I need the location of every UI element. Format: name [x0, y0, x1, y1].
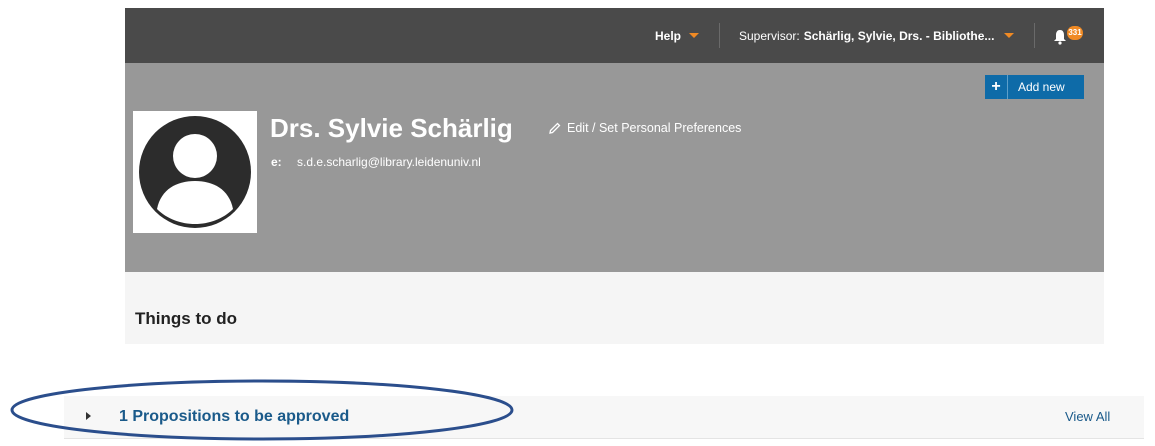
view-all-link[interactable]: View All — [1065, 409, 1110, 424]
chevron-down-icon — [689, 33, 700, 38]
edit-preferences-label: Edit / Set Personal Preferences — [567, 121, 742, 135]
email-row: e: s.d.e.scharlig@library.leidenuniv.nl — [271, 155, 481, 169]
pencil-icon — [549, 122, 561, 134]
divider — [719, 23, 720, 48]
avatar — [133, 111, 257, 233]
add-new-label: Add new — [1018, 80, 1065, 94]
user-avatar-icon — [139, 116, 251, 228]
things-to-do-title: Things to do — [135, 309, 237, 328]
top-bar: Help Supervisor: Schärlig, Sylvie, Drs. … — [125, 8, 1104, 63]
chevron-down-icon — [1004, 33, 1015, 38]
email-label: e: — [271, 155, 282, 169]
help-label: Help — [655, 28, 682, 43]
add-new-button[interactable]: + Add new — [985, 75, 1084, 99]
notification-badge: 331 — [1067, 26, 1083, 40]
notifications-button[interactable]: 331 — [1053, 23, 1089, 48]
supervisor-prefix: Supervisor: — [739, 28, 800, 43]
edit-preferences-link[interactable]: Edit / Set Personal Preferences — [549, 121, 741, 135]
task-row[interactable]: 1 Propositions to be approved View All — [64, 396, 1144, 439]
page: Help Supervisor: Schärlig, Sylvie, Drs. … — [0, 0, 1155, 446]
expand-arrow-icon[interactable] — [86, 412, 91, 420]
bell-icon — [1054, 30, 1066, 45]
profile-header: + Add new Drs. Sylvie Schärlig Edit / Se… — [125, 63, 1104, 272]
supervisor-menu[interactable]: Supervisor: Schärlig, Sylvie, Drs. - Bib… — [739, 8, 1019, 63]
plus-icon: + — [985, 75, 1008, 99]
task-label[interactable]: 1 Propositions to be approved — [119, 408, 349, 426]
divider — [1034, 23, 1035, 48]
supervisor-name: Schärlig, Sylvie, Drs. - Bibliothe... — [803, 28, 995, 43]
help-menu[interactable]: Help — [655, 8, 717, 63]
profile-name: Drs. Sylvie Schärlig — [270, 113, 513, 143]
email-value: s.d.e.scharlig@library.leidenuniv.nl — [297, 155, 481, 169]
things-to-do-panel: Things to do — [125, 272, 1104, 344]
